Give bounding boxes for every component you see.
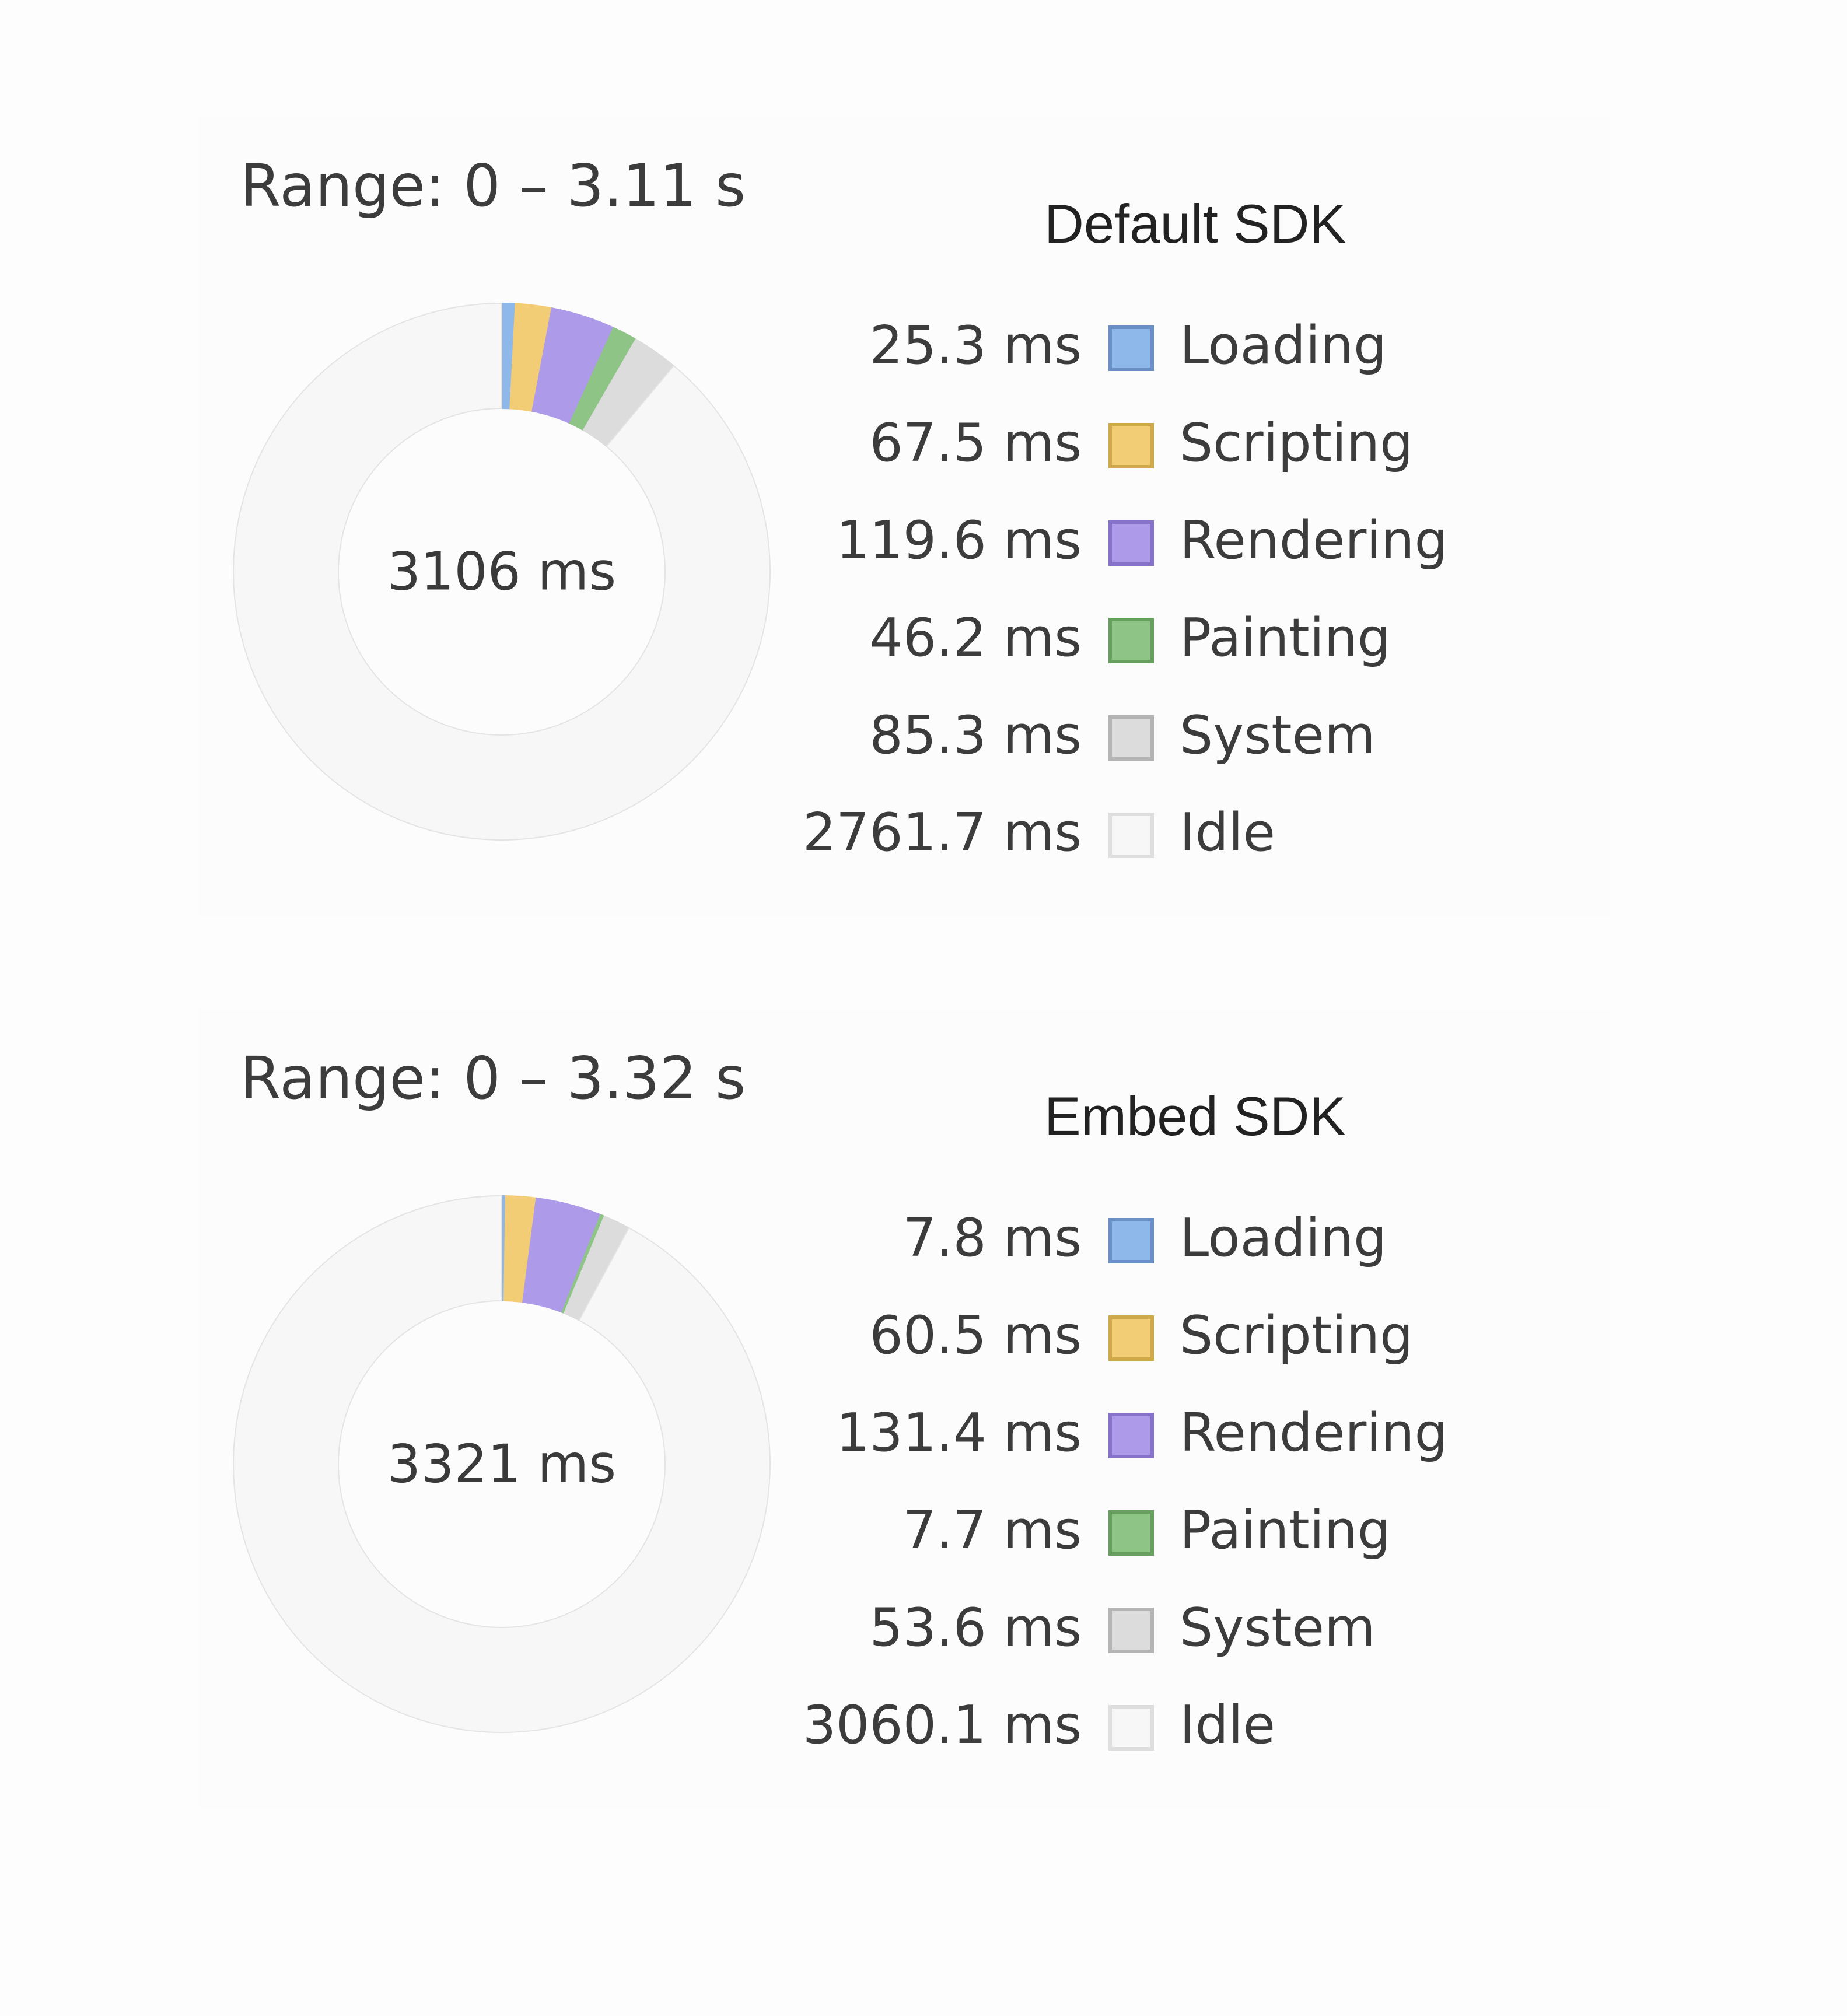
chart-title: Default SDK: [1044, 193, 1346, 254]
legend-value: 131.4 ms: [836, 1402, 1082, 1464]
legend-item-rendering: 131.4 ms Rendering: [828, 1391, 1598, 1488]
legend-label: Scripting: [1180, 1305, 1414, 1366]
legend-label: Rendering: [1180, 1402, 1448, 1464]
legend-value: 46.2 ms: [869, 607, 1082, 668]
legend-swatch: [1108, 813, 1154, 858]
legend-label: Loading: [1180, 315, 1387, 376]
legend-item-loading: 25.3 ms Loading: [828, 303, 1598, 401]
legend-label: Idle: [1180, 1695, 1276, 1756]
legend-item-painting: 46.2 ms Painting: [828, 596, 1598, 693]
donut-total-label: 3321 ms: [387, 1434, 616, 1495]
legend-value: 85.3 ms: [869, 705, 1082, 766]
legend-value: 3060.1 ms: [802, 1695, 1082, 1756]
legend-item-idle: 3060.1 ms Idle: [803, 1683, 1598, 1780]
legend-swatch: [1108, 618, 1154, 663]
legend: 7.8 ms Loading 60.5 ms Scripting 131.4 m…: [803, 1196, 1598, 1780]
legend-value: 119.6 ms: [836, 510, 1082, 571]
legend-item-loading: 7.8 ms Loading: [828, 1196, 1598, 1293]
donut-total-label: 3106 ms: [387, 541, 616, 603]
legend-label: Idle: [1180, 802, 1276, 863]
legend-value: 67.5 ms: [869, 412, 1082, 474]
range-label: Range: 0 – 3.32 s: [240, 1044, 746, 1112]
legend-value: 60.5 ms: [869, 1305, 1082, 1366]
donut-chart: 3321 ms: [233, 1195, 771, 1733]
embed-sdk-panel: Range: 0 – 3.32 s Embed SDK 3321 ms 7.8 …: [198, 1009, 1610, 1808]
legend-swatch: [1108, 715, 1154, 761]
legend-label: Scripting: [1180, 412, 1414, 474]
legend-label: Painting: [1180, 1500, 1391, 1561]
legend-label: System: [1180, 1597, 1376, 1658]
legend-value: 53.6 ms: [869, 1597, 1082, 1658]
range-label: Range: 0 – 3.11 s: [240, 152, 746, 220]
legend-swatch: [1108, 1218, 1154, 1264]
legend-item-painting: 7.7 ms Painting: [828, 1488, 1598, 1586]
legend-swatch: [1108, 1315, 1154, 1361]
legend-item-system: 53.6 ms System: [828, 1586, 1598, 1683]
legend-swatch: [1108, 423, 1154, 468]
legend-swatch: [1108, 1608, 1154, 1653]
legend-value: 25.3 ms: [869, 315, 1082, 376]
legend-swatch: [1108, 326, 1154, 371]
legend-item-scripting: 67.5 ms Scripting: [828, 401, 1598, 498]
donut-chart: 3106 ms: [233, 302, 771, 841]
legend-value: 7.7 ms: [902, 1500, 1082, 1561]
legend-label: Rendering: [1180, 510, 1448, 571]
legend-item-system: 85.3 ms System: [828, 693, 1598, 790]
legend-label: Loading: [1180, 1208, 1387, 1269]
legend-value: 7.8 ms: [902, 1208, 1082, 1269]
legend-swatch: [1108, 1705, 1154, 1751]
legend-label: Painting: [1180, 607, 1391, 668]
legend-label: System: [1180, 705, 1376, 766]
legend-item-rendering: 119.6 ms Rendering: [828, 498, 1598, 596]
legend-item-scripting: 60.5 ms Scripting: [828, 1293, 1598, 1391]
chart-title: Embed SDK: [1044, 1086, 1346, 1147]
legend-item-idle: 2761.7 ms Idle: [803, 790, 1598, 888]
legend-swatch: [1108, 520, 1154, 566]
legend-swatch: [1108, 1413, 1154, 1458]
default-sdk-panel: Range: 0 – 3.11 s Default SDK 3106 ms 25…: [198, 117, 1610, 916]
legend: 25.3 ms Loading 67.5 ms Scripting 119.6 …: [803, 303, 1598, 888]
legend-swatch: [1108, 1510, 1154, 1556]
legend-value: 2761.7 ms: [802, 802, 1082, 863]
